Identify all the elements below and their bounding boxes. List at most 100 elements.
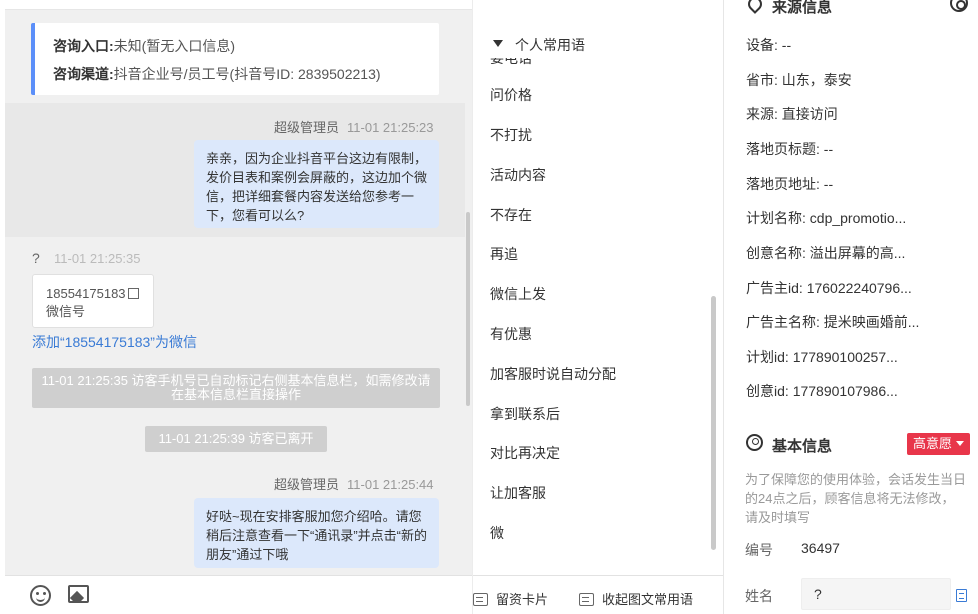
field-value: 176022240796... [806, 280, 912, 296]
field-value: cdp_promotio... [809, 210, 907, 226]
phrase-item[interactable]: 问价格 [490, 85, 532, 105]
document-icon[interactable] [956, 589, 967, 602]
collapse-phrases-label: 收起图文常用语 [602, 592, 694, 607]
phrase-item[interactable]: 对比再决定 [490, 443, 560, 463]
field-label: 设备: [746, 37, 778, 53]
system-note-visitor-left: 11-01 21:25:39 访客已离开 [145, 426, 327, 452]
intent-level-dropdown[interactable]: 高意愿 [907, 433, 970, 455]
field-label: 落地页标题: [746, 141, 820, 157]
consult-info-card: 咨询入口:未知(暂无入口信息) 咨询渠道:抖音企业号/员工号(抖音号ID: 28… [31, 23, 439, 95]
field-value: -- [781, 37, 792, 53]
customer-id-label: 编号 [745, 542, 773, 558]
field-value: 177890107986... [792, 383, 898, 399]
field-label: 计划名称: [746, 210, 806, 226]
consult-entry-label: 咨询入口: [53, 38, 114, 54]
field-value: -- [823, 141, 834, 157]
phrase-item[interactable]: 有优惠 [490, 324, 532, 344]
phrases-toolbar: 留资卡片 收起图文常用语 [473, 575, 723, 614]
field-value: 177890100257... [792, 349, 898, 365]
phrase-item[interactable]: 让加客服 [490, 483, 546, 503]
comment-icon [473, 593, 488, 606]
system-note-phone-marked: 11-01 21:25:35 访客手机号已自动标记右侧基本信息栏，如需修改请在基… [32, 368, 440, 408]
source-field-landing-title: 落地页标题: -- [746, 139, 833, 159]
source-field-creative-id: 创意id: 177890107986... [746, 381, 898, 401]
message-time: 11-01 21:25:23 [347, 120, 434, 135]
source-info-title: 来源信息 [772, 0, 833, 16]
message-sender: 超级管理员 [274, 477, 340, 492]
phone-caption: 微信号 [46, 304, 86, 319]
phrase-item[interactable]: 拿到联系后 [490, 404, 560, 424]
field-value: -- [823, 176, 834, 192]
source-field-creative-name: 创意名称: 溢出屏幕的高... [746, 243, 905, 263]
consult-entry-value: 未知(暂无入口信息) [113, 38, 235, 54]
settings-icon[interactable] [950, 0, 968, 12]
user-circle-icon [746, 434, 763, 451]
phone-card[interactable]: 18554175183 微信号 [32, 274, 154, 328]
field-value: 直接访问 [781, 106, 838, 122]
image-icon[interactable] [68, 585, 89, 603]
source-field-province: 省市: 山东，泰安 [746, 70, 852, 90]
field-label: 广告主id: [746, 280, 803, 296]
customer-name-label: 姓名 [745, 588, 773, 604]
edit-deadline-notice: 为了保障您的使用体验，会话发生当日的24点之后，顾客信息将无法修改，请及时填写 [745, 472, 967, 525]
collapse-phrases-button[interactable]: 收起图文常用语 [579, 589, 693, 608]
phrase-item[interactable]: 加客服时说自动分配 [490, 364, 616, 384]
phrase-group-header[interactable]: 个人常用语 [473, 30, 723, 58]
message-time: 11-01 21:25:35 [54, 251, 141, 266]
phrase-item[interactable]: 活动内容 [490, 165, 546, 185]
field-label: 广告主名称: [746, 314, 820, 330]
phrases-scrollbar[interactable] [711, 296, 716, 550]
message-time: 11-01 21:25:44 [347, 477, 434, 492]
source-field-advertiser-name: 广告主名称: 提米映画婚前... [746, 312, 919, 332]
consult-channel-row: 咨询渠道:抖音企业号/员工号(抖音号ID: 2839502213) [53, 64, 439, 92]
intent-level-label: 高意愿 [913, 436, 953, 451]
field-label: 创意名称: [746, 245, 806, 261]
chat-input-toolbar [5, 575, 472, 614]
customer-id-value: 36497 [801, 540, 840, 556]
source-field-device: 设备: -- [746, 35, 791, 55]
common-phrases-panel: 要电话 个人常用语 问价格 不打扰 活动内容 不存在 再追 微信上发 有优惠 加… [472, 0, 723, 614]
message-meta: 超级管理员 11-01 21:25:23 [274, 117, 434, 136]
message-meta: 超级管理员 11-01 21:25:44 [274, 474, 434, 493]
comment-icon [579, 593, 594, 606]
consult-channel-label: 咨询渠道: [53, 66, 114, 82]
source-field-origin: 来源: 直接访问 [746, 104, 838, 124]
phrase-group-title: 个人常用语 [515, 37, 585, 53]
emoji-icon[interactable] [30, 585, 51, 606]
field-label: 计划id: [746, 349, 789, 365]
phone-number: 18554175183 [46, 286, 126, 301]
customer-info-panel: 来源信息 设备: -- 省市: 山东，泰安 来源: 直接访问 落地页标题: --… [723, 0, 978, 614]
add-wechat-link[interactable]: 添加“18554175183”为微信 [32, 332, 197, 352]
field-label: 省市: [746, 72, 778, 88]
copy-icon[interactable] [127, 288, 139, 299]
phrase-item[interactable]: 微 [490, 523, 504, 543]
message-sender: 超级管理员 [274, 120, 340, 135]
field-value: 山东，泰安 [781, 72, 852, 88]
source-field-advertiser-id: 广告主id: 176022240796... [746, 278, 912, 298]
chat-panel: 咨询入口:未知(暂无入口信息) 咨询渠道:抖音企业号/员工号(抖音号ID: 28… [5, 0, 472, 614]
visitor-name: ? [32, 250, 40, 266]
consult-entry-row: 咨询入口:未知(暂无入口信息) [53, 36, 439, 64]
message-bubble-agent: 好哒~现在安排客服加您介绍哈。请您稍后注意查看一下“通讯录”并点击“新的朋友”通… [194, 498, 439, 568]
caret-down-icon [493, 40, 503, 47]
source-field-plan-name: 计划名称: cdp_promotio... [746, 208, 906, 228]
customer-name-input[interactable] [801, 578, 951, 610]
message-bubble-agent: 亲亲，因为企业抖音平台这边有限制，发价目表和案例会屏蔽的，这边加个微信，把详细套… [194, 140, 439, 228]
lead-card-label: 留资卡片 [496, 592, 549, 607]
source-field-landing-url: 落地页地址: -- [746, 174, 833, 194]
chat-scrollbar[interactable] [466, 212, 470, 406]
phrase-item[interactable]: 再追 [490, 244, 518, 264]
field-value: 溢出屏幕的高... [809, 245, 906, 261]
field-label: 来源: [746, 106, 778, 122]
basic-info-title: 基本信息 [772, 438, 833, 455]
caret-down-icon [956, 441, 965, 446]
chat-top-edge [5, 0, 472, 10]
field-value: 提米映画婚前... [823, 314, 920, 330]
lead-card-button[interactable]: 留资卡片 [473, 589, 548, 608]
location-pin-icon [745, 0, 765, 14]
phrase-item[interactable]: 不存在 [490, 205, 532, 225]
consult-channel-value: 抖音企业号/员工号(抖音号ID: 2839502213) [113, 66, 381, 82]
phrase-item[interactable]: 微信上发 [490, 284, 546, 304]
field-label: 落地页地址: [746, 176, 820, 192]
phrase-item[interactable]: 不打扰 [490, 125, 532, 145]
